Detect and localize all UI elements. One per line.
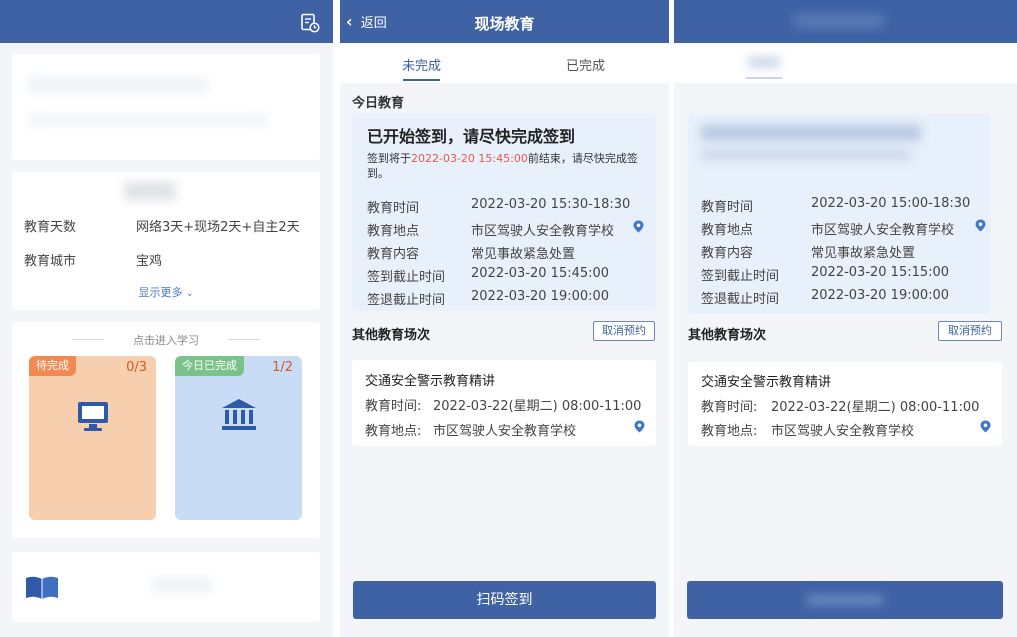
page-title: 现场教育	[474, 15, 535, 33]
chevron-down-icon: ⌄	[185, 289, 194, 299]
tab-bar: 未完成 已完成	[340, 43, 669, 83]
onsite-education-screen-blurred: 教育时间 2022-03-20 15:00-18:30 教育地点 市区驾驶人安全…	[674, 0, 1017, 637]
panel-divider	[333, 0, 340, 637]
blurred-content	[152, 578, 212, 592]
detail-value: 常见事故紧急处置	[811, 246, 916, 261]
session-label: 教育时间:	[701, 400, 758, 415]
study-entry-label: 点击进入学习	[133, 334, 199, 347]
detail-value: 2022-03-20 19:00:00	[811, 288, 950, 303]
cancel-reservation-button[interactable]: 取消预约	[593, 321, 655, 341]
blurred-notice	[701, 150, 911, 160]
completed-tag: 今日已完成	[175, 356, 244, 376]
study-entry-card: 点击进入学习 待完成 0/3 今日已完成 1/2	[12, 322, 320, 538]
session-value: 2022-03-22(星期二) 08:00-11:00	[433, 399, 642, 414]
blurred-title	[794, 14, 884, 28]
active-tab-indicator	[746, 77, 782, 79]
document-clock-icon[interactable]	[300, 13, 320, 33]
detail-label: 签退截止时间	[701, 292, 780, 307]
sign-in-notice: 签到将于2022-03-20 15:45:00前结束，请尽快完成签到。	[367, 151, 647, 181]
other-sessions-title: 其他教育场次	[688, 328, 767, 343]
location-pin-icon[interactable]	[979, 420, 992, 433]
completed-tile[interactable]: 今日已完成 1/2	[175, 356, 302, 520]
tab-incomplete[interactable]: 未完成	[402, 55, 441, 74]
session-label: 教育地点:	[365, 424, 422, 439]
session-card[interactable]: 交通安全警示教育精讲 教育时间: 2022-03-22(星期二) 08:00-1…	[688, 362, 1002, 446]
session-card[interactable]: 交通安全警示教育精讲 教育时间: 2022-03-22(星期二) 08:00-1…	[352, 360, 656, 446]
divider	[228, 339, 260, 340]
show-more-label: 显示更多	[138, 286, 183, 299]
pending-tile[interactable]: 待完成 0/3	[29, 356, 156, 520]
detail-label: 签退截止时间	[367, 293, 446, 308]
blurred-content	[28, 114, 268, 126]
today-education-card: 教育时间 2022-03-20 15:00-18:30 教育地点 市区驾驶人安全…	[688, 114, 991, 314]
info-label: 教育城市	[24, 254, 77, 269]
detail-value: 2022-03-20 15:30-18:30	[471, 197, 631, 212]
bank-building-icon	[222, 399, 256, 430]
pending-count: 0/3	[126, 360, 147, 375]
session-label: 教育时间:	[365, 399, 422, 414]
education-info-card: 教育天数 网络3天+现场2天+自主2天 教育城市 宝鸡 显示更多 ⌄	[12, 172, 320, 310]
app-header: ‹ 返回 现场教育	[340, 0, 669, 43]
blurred-content	[28, 78, 208, 92]
scan-sign-in-button[interactable]: 扫码签到	[353, 581, 656, 619]
tab-bar	[674, 43, 1017, 83]
book-icon	[26, 576, 58, 599]
session-title: 交通安全警示教育精讲	[701, 375, 832, 390]
location-pin-icon[interactable]	[632, 220, 645, 233]
other-sessions-title: 其他教育场次	[352, 328, 431, 343]
blurred-status	[701, 125, 921, 141]
active-tab-indicator	[403, 79, 440, 81]
blurred-value	[124, 182, 176, 200]
detail-label: 教育地点	[701, 223, 754, 238]
today-education-title: 今日教育	[352, 96, 405, 111]
detail-value: 市区驾驶人安全教育学校	[811, 223, 955, 238]
blurred-label	[807, 595, 883, 605]
detail-value: 常见事故紧急处置	[471, 247, 576, 262]
blurred-tab[interactable]	[748, 57, 780, 67]
session-title: 交通安全警示教育精讲	[365, 374, 496, 389]
detail-value: 2022-03-20 15:15:00	[811, 265, 950, 280]
notice-deadline: 2022-03-20 15:45:00	[411, 152, 528, 165]
show-more-link[interactable]: 显示更多 ⌄	[12, 284, 320, 300]
sign-in-status: 已开始签到，请尽快完成签到	[367, 127, 576, 146]
detail-label: 签到截止时间	[701, 269, 780, 284]
detail-label: 教育时间	[701, 200, 754, 215]
info-value: 宝鸡	[136, 254, 163, 269]
completed-count: 1/2	[272, 360, 293, 375]
detail-label: 教育内容	[367, 247, 420, 262]
notice-prefix: 签到将于	[367, 152, 411, 165]
detail-label: 教育内容	[701, 246, 754, 261]
detail-label: 教育地点	[367, 224, 420, 239]
today-education-card: 已开始签到，请尽快完成签到 签到将于2022-03-20 15:45:00前结束…	[352, 113, 656, 311]
session-value: 2022-03-22(星期二) 08:00-11:00	[771, 400, 980, 415]
education-overview-screen: 教育天数 网络3天+现场2天+自主2天 教育城市 宝鸡 显示更多 ⌄ 点击进入学…	[0, 0, 333, 637]
info-value: 网络3天+现场2天+自主2天	[136, 220, 300, 235]
detail-label: 签到截止时间	[367, 270, 446, 285]
detail-value: 2022-03-20 19:00:00	[471, 289, 610, 304]
app-header	[0, 0, 333, 43]
location-pin-icon[interactable]	[974, 219, 987, 232]
info-label: 教育天数	[24, 220, 77, 235]
detail-value: 2022-03-20 15:45:00	[471, 266, 610, 281]
monitor-icon	[78, 402, 108, 431]
session-label: 教育地点:	[701, 424, 758, 439]
session-value: 市区驾驶人安全教育学校	[771, 424, 915, 439]
cancel-reservation-button[interactable]: 取消预约	[938, 321, 1002, 341]
detail-label: 教育时间	[367, 201, 420, 216]
location-pin-icon[interactable]	[633, 420, 646, 433]
pending-tag: 待完成	[29, 356, 76, 376]
session-value: 市区驾驶人安全教育学校	[433, 424, 577, 439]
onsite-education-screen: ‹ 返回 现场教育 未完成 已完成 今日教育 已开始签到，请尽快完成签到 签到将…	[340, 0, 669, 637]
primary-action-button[interactable]	[687, 581, 1003, 619]
detail-value: 市区驾驶人安全教育学校	[471, 224, 615, 239]
detail-value: 2022-03-20 15:00-18:30	[811, 196, 971, 211]
self-study-card[interactable]	[12, 552, 320, 622]
profile-card	[12, 54, 320, 160]
app-header	[674, 0, 1017, 43]
tab-completed[interactable]: 已完成	[566, 55, 605, 74]
